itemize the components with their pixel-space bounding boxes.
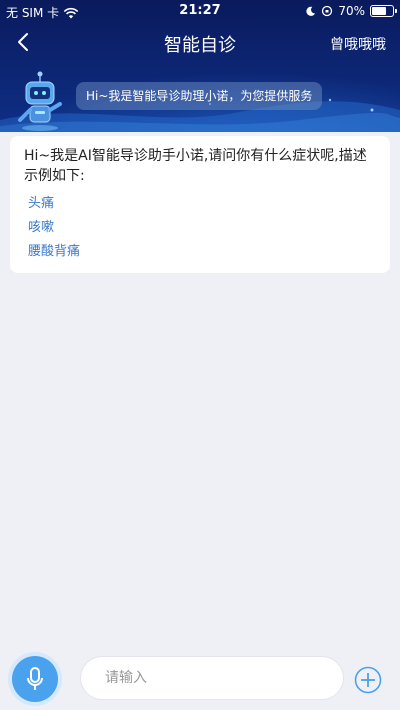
robot-assistant-icon — [18, 71, 62, 131]
add-plus-icon[interactable] — [354, 666, 382, 694]
microphone-icon — [27, 667, 43, 690]
status-right: 70% — [305, 4, 397, 18]
battery-icon — [370, 5, 397, 17]
input-bar — [0, 650, 400, 710]
symptom-examples-list: 头痛 咳嗽 腰酸背痛 — [24, 192, 376, 264]
battery-fill — [372, 7, 386, 15]
nav-bar: 智能自诊 曾哦哦哦 — [0, 22, 400, 64]
assistant-message-card: Hi~我是AI智能导诊助手小诺,请问你有什么症状呢,描述示例如下: 头痛 咳嗽 … — [10, 136, 390, 273]
header-banner: 无 SIM 卡 21:27 70% 智能自诊 曾哦哦哦 Hi~我是智能导诊助理小… — [0, 0, 400, 132]
moon-icon — [306, 6, 316, 16]
user-name-link[interactable]: 曾哦哦哦 — [330, 34, 386, 54]
orientation-lock-icon — [322, 5, 333, 17]
message-input[interactable] — [80, 656, 344, 700]
battery-percent: 70% — [338, 4, 365, 18]
symptom-example-link[interactable]: 腰酸背痛 — [24, 240, 376, 264]
symptom-example-link[interactable]: 头痛 — [24, 192, 376, 216]
status-bar: 无 SIM 卡 21:27 70% — [0, 0, 400, 22]
greeting-bubble: Hi~我是智能导诊助理小诺，为您提供服务 — [76, 82, 323, 110]
assistant-message-text: Hi~我是AI智能导诊助手小诺,请问你有什么症状呢,描述示例如下: — [24, 148, 367, 184]
symptom-example-link[interactable]: 咳嗽 — [24, 216, 376, 240]
voice-input-button[interactable] — [12, 656, 58, 702]
